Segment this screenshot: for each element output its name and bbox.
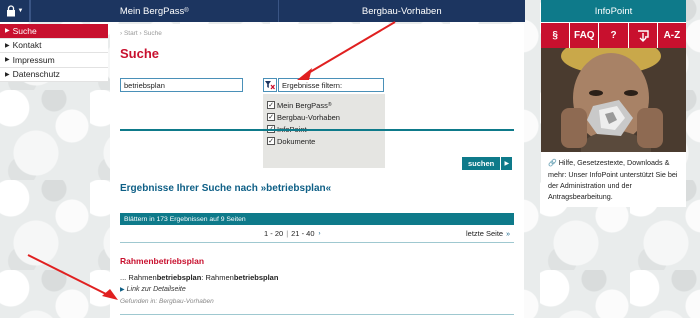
paragraph-icon[interactable]: § — [541, 23, 571, 48]
filter-option-label: Bergbau-Vorhaben — [277, 112, 340, 122]
results-summary-bar: Blättern in 173 Ergebnissen auf 9 Seiten — [120, 213, 514, 225]
result-snippet: ... Rahmenbetriebsplan: Rahmenbetriebspl… — [120, 273, 514, 282]
page-link-next[interactable]: 21 - 40 — [291, 229, 314, 238]
checkbox-checked-icon[interactable]: ✓ — [267, 101, 275, 109]
clear-filter-button[interactable] — [263, 78, 277, 92]
snippet-text: : Rahmen — [201, 273, 234, 282]
infopoint-description: 🔗 Hilfe, Gesetzestexte, Downloads & mehr:… — [541, 152, 686, 207]
filter-input[interactable] — [278, 78, 384, 92]
chevron-right-icon: ▶ — [5, 42, 10, 49]
top-navigation-bar: ▼ Mein BergPass ® Bergbau-Vorhaben — [0, 0, 525, 22]
page-current: 1 - 20 — [264, 229, 284, 238]
filter-option-dokumente[interactable]: ✓ Dokumente — [267, 135, 385, 147]
filter-option-label: Mein BergPass — [277, 100, 328, 110]
last-page-link[interactable]: letzte Seite» — [466, 229, 510, 238]
arrow-right-icon: ▶ — [501, 157, 513, 170]
chevron-right-icon: ▶ — [5, 57, 10, 64]
pagination: 1 - 20 | 21 - 40 › letzte Seite» — [120, 226, 514, 240]
detail-link-label: Link zur Detailseite — [126, 286, 186, 293]
chevron-right-icon[interactable]: › — [319, 231, 321, 237]
result-title[interactable]: Rahmenbetriebsplan — [120, 256, 514, 266]
chevron-right-icon: ▶ — [5, 71, 10, 78]
download-icon[interactable] — [629, 23, 658, 48]
page-links: 1 - 20 | 21 - 40 › — [264, 229, 321, 238]
search-input[interactable] — [120, 78, 243, 92]
registered-mark: ® — [184, 8, 189, 14]
filter-option-bergbau-vorhaben[interactable]: ✓ Bergbau-Vorhaben — [267, 111, 385, 123]
sidebar-item-impressum[interactable]: ▶ Impressum — [0, 53, 108, 68]
filter-option-label: Dokumente — [277, 136, 316, 146]
a-z-icon[interactable]: A-Z — [658, 23, 686, 48]
infopoint-icon-bar: § FAQ ? A-Z — [541, 23, 686, 48]
lock-icon — [6, 5, 15, 17]
checkbox-checked-icon[interactable]: ✓ — [267, 113, 275, 121]
divider — [120, 242, 514, 243]
triangle-right-icon: ▶ — [120, 287, 125, 293]
chevron-right-icon: ▶ — [5, 28, 10, 35]
nav-label: Mein BergPass — [119, 5, 185, 17]
nav-label: Bergbau-Vorhaben — [361, 5, 442, 17]
sidebar-item-label: Kontakt — [12, 40, 42, 51]
double-chevron-right-icon: » — [506, 231, 510, 238]
infopoint-text: Hilfe, Gesetzestexte, Downloads & mehr: … — [548, 158, 678, 201]
page-separator: | — [286, 229, 289, 238]
nav-mein-bergpass[interactable]: Mein BergPass ® — [30, 0, 278, 22]
sidebar-item-suche[interactable]: ▶ Suche — [0, 24, 108, 39]
results-heading: Ergebnisse Ihrer Suche nach »betriebspla… — [120, 183, 332, 194]
annotation-arrow-bottom — [27, 254, 111, 297]
found-in-label: Gefunden in: Bergbau-Vorhaben — [120, 298, 214, 305]
faq-icon[interactable]: FAQ — [570, 23, 600, 48]
search-submit-label: suchen — [462, 157, 501, 170]
sidebar-item-label: Datenschutz — [12, 69, 60, 80]
breadcrumb[interactable]: › Start › Suche — [120, 30, 514, 37]
search-submit-button[interactable]: suchen ▶ — [462, 157, 513, 170]
sidebar-item-label: Impressum — [12, 54, 55, 65]
infopoint-panel: InfoPoint § FAQ ? A-Z 🔗 Hilfe, Gesetzest… — [541, 0, 686, 207]
registered-mark: ® — [327, 102, 332, 108]
nav-bergbau-vorhaben[interactable]: Bergbau-Vorhaben — [277, 0, 526, 22]
page-title: Suche — [120, 46, 160, 61]
last-page-label: letzte Seite — [465, 229, 504, 238]
list-item: Rahmenbetriebsplan ... Rahmenbetriebspla… — [120, 256, 514, 305]
miner-holding-ore-image — [541, 48, 686, 152]
link-icon: 🔗 — [548, 160, 557, 167]
infopoint-title: InfoPoint — [541, 0, 686, 22]
detail-link[interactable]: ▶ Link zur Detailseite — [120, 286, 514, 293]
divider — [120, 129, 514, 131]
sidebar: ▶ Suche ▶ Kontakt ▶ Impressum ▶ Datenschutz — [0, 24, 108, 82]
filter-option-mein-bergpass[interactable]: ✓ Mein BergPass ® — [267, 99, 385, 111]
search-form: ✓Mein BergPass® ✓Bergbau-Vorhaben ✓InfoP… — [120, 78, 520, 168]
help-icon[interactable]: ? — [599, 23, 629, 48]
snippet-highlight: betriebsplan — [233, 273, 279, 282]
filter-clear-icon — [265, 80, 275, 89]
divider — [120, 314, 514, 315]
sidebar-item-label: Suche — [12, 25, 37, 36]
download-arrow-icon — [637, 29, 649, 42]
snippet-highlight: betriebsplan — [156, 273, 202, 282]
filter-options-panel: ✓Mein BergPass® ✓Bergbau-Vorhaben ✓InfoP… — [263, 94, 385, 168]
sidebar-item-kontakt[interactable]: ▶ Kontakt — [0, 39, 108, 53]
checkbox-checked-icon[interactable]: ✓ — [267, 137, 275, 145]
miner-photo — [541, 48, 686, 152]
snippet-text: ... Rahmen — [120, 273, 157, 282]
sidebar-item-datenschutz[interactable]: ▶ Datenschutz — [0, 68, 108, 82]
chevron-down-icon: ▼ — [17, 8, 24, 14]
account-menu-button[interactable]: ▼ — [0, 0, 30, 22]
